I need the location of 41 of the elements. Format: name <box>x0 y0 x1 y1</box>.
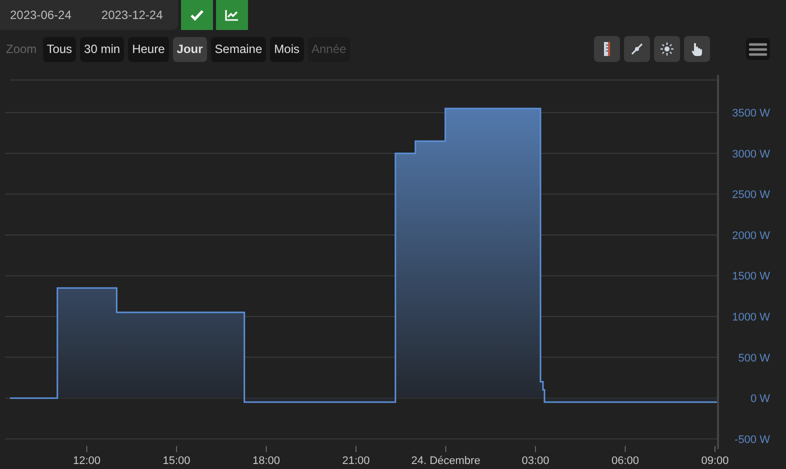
y-axis-label: -500 W <box>734 434 770 446</box>
zoom-option[interactable]: Mois <box>270 36 304 62</box>
y-axis-label: 500 W <box>738 352 770 364</box>
y-axis-label: 1000 W <box>732 312 770 324</box>
menu-icon <box>749 42 767 56</box>
y-axis-label: 3000 W <box>732 148 770 160</box>
hand-pointer-icon <box>691 42 703 56</box>
zoom-option[interactable]: Jour <box>172 36 207 62</box>
crosshair-button[interactable] <box>654 36 680 62</box>
line-chart-icon <box>225 9 239 21</box>
y-axis-label: 2500 W <box>732 189 770 202</box>
y-axis-label: 1500 W <box>732 270 770 283</box>
menu-button[interactable] <box>746 38 770 60</box>
zoom-option[interactable]: 30 min <box>80 36 124 62</box>
x-axis-label: 03:00 <box>522 455 550 467</box>
x-axis-label: 21:00 <box>342 455 370 467</box>
ruler-button[interactable] <box>594 36 620 62</box>
zoom-label: Zoom <box>6 42 37 56</box>
x-axis-label: 09:00 <box>701 455 729 467</box>
x-axis-label: 06:00 <box>612 455 640 467</box>
y-axis-label: 3500 W <box>732 108 770 120</box>
zoom-option[interactable]: Tous <box>42 36 76 62</box>
end-date: 2023-12-24 <box>101 8 163 22</box>
confirm-button[interactable] <box>181 0 213 30</box>
x-axis-label: 15:00 <box>162 455 190 467</box>
start-date: 2023-06-24 <box>10 8 72 22</box>
x-axis-label: 18:00 <box>252 455 280 467</box>
x-axis-label: 24. Décembre <box>411 455 480 467</box>
pan-button[interactable] <box>684 36 710 62</box>
zoom-option[interactable]: Semaine <box>210 36 266 62</box>
line-tool-icon <box>630 42 644 56</box>
chart-button[interactable] <box>216 0 248 30</box>
check-icon <box>190 9 204 21</box>
x-axis-label: 12:00 <box>73 455 101 467</box>
line-tool-button[interactable] <box>624 36 650 62</box>
ruler-icon <box>603 42 611 56</box>
zoom-option[interactable]: Heure <box>128 36 169 62</box>
sun-icon <box>660 42 674 56</box>
y-axis-label: 0 W <box>750 393 770 406</box>
y-axis-label: 2000 W <box>732 230 770 242</box>
date-range-field[interactable]: 2023-06-24 2023-12-24 <box>0 0 178 30</box>
